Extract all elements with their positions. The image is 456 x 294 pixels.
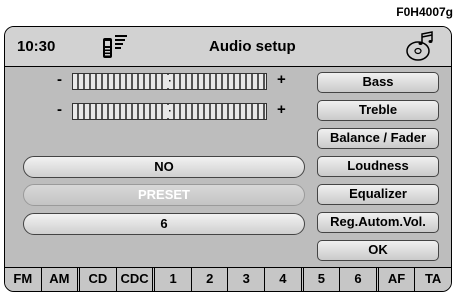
ta-button[interactable]: TA (415, 268, 451, 291)
source-bar: FM AM CD CDC 1 2 3 4 5 6 AF TA (5, 267, 451, 291)
slider-2-center-marker: · (167, 105, 173, 118)
source-am-button[interactable]: AM (42, 268, 81, 291)
loudness-value-field[interactable]: NO (23, 156, 305, 178)
slider-1-bar[interactable]: · (72, 73, 267, 90)
source-cdc-button[interactable]: CDC (117, 268, 156, 291)
treble-button[interactable]: Treble (317, 100, 439, 121)
reg-autom-vol-button[interactable]: Reg.Autom.Vol. (317, 212, 439, 233)
figure-reference-code: F0H4007g (396, 5, 453, 19)
preset-2-button[interactable]: 2 (192, 268, 229, 291)
slider-1-center-marker: · (167, 75, 173, 88)
audio-setup-screen: 10:30 Audio setup - · + - · + NO PRESET … (4, 26, 452, 292)
preset-6-button[interactable]: 6 (340, 268, 379, 291)
slider-1-plus-sign[interactable]: + (277, 71, 286, 88)
equalizer-value-field: PRESET (23, 184, 305, 206)
source-cd-button[interactable]: CD (80, 268, 117, 291)
preset-4-button[interactable]: 4 (265, 268, 304, 291)
phone-signal-icon (101, 32, 129, 65)
preset-3-button[interactable]: 3 (228, 268, 266, 291)
slider-1-minus-sign[interactable]: - (57, 71, 62, 88)
af-button[interactable]: AF (379, 268, 416, 291)
reg-autom-vol-value-field[interactable]: 6 (23, 213, 305, 235)
slider-2-minus-sign[interactable]: - (57, 101, 62, 118)
preset-1-button[interactable]: 1 (155, 268, 192, 291)
ok-button[interactable]: OK (317, 240, 439, 261)
cd-music-icon (405, 31, 437, 68)
slider-2-plus-sign[interactable]: + (277, 101, 286, 118)
preset-5-button[interactable]: 5 (304, 268, 341, 291)
loudness-button[interactable]: Loudness (317, 156, 439, 177)
slider-2-bar[interactable]: · (72, 103, 267, 120)
header-bar: 10:30 Audio setup (5, 27, 451, 67)
source-fm-button[interactable]: FM (5, 268, 42, 291)
page-title: Audio setup (209, 38, 296, 55)
equalizer-button[interactable]: Equalizer (317, 184, 439, 205)
clock: 10:30 (17, 38, 56, 55)
balance-fader-button[interactable]: Balance / Fader (317, 128, 439, 149)
bass-button[interactable]: Bass (317, 72, 439, 93)
